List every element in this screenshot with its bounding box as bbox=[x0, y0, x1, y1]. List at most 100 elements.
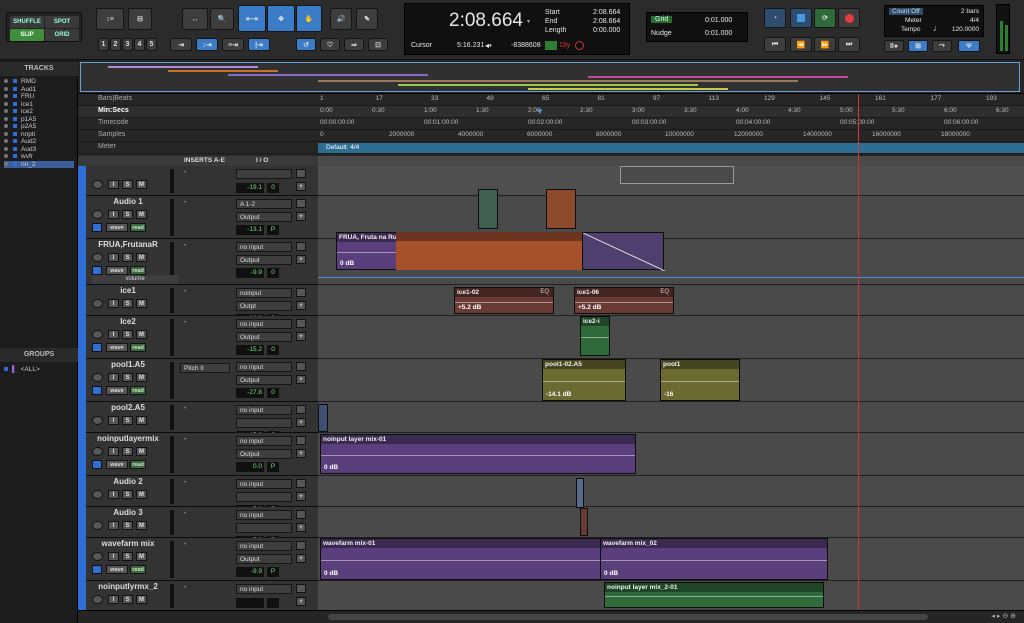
inserts-header[interactable]: INSERTS A-E bbox=[184, 157, 225, 164]
track-lane[interactable] bbox=[318, 402, 1024, 433]
groups-panel-title[interactable]: GROUPS bbox=[0, 348, 78, 362]
input-selector[interactable] bbox=[236, 169, 292, 179]
track-header[interactable]: pool1.A5ISMwaveread•Pitch IIno inputOutp… bbox=[78, 359, 318, 402]
add-playlist-icon[interactable]: + bbox=[296, 182, 306, 191]
track-list-item[interactable]: RMD bbox=[4, 78, 74, 86]
pan-value[interactable]: P bbox=[267, 567, 279, 577]
output-selector[interactable] bbox=[236, 418, 292, 428]
show-hide-icon[interactable] bbox=[4, 116, 8, 121]
count-off-label[interactable]: Count Off bbox=[889, 8, 923, 15]
slip-mode-button[interactable]: SLIP bbox=[10, 29, 44, 41]
input-monitor-button[interactable]: I bbox=[108, 180, 119, 189]
mute-button[interactable]: M bbox=[136, 373, 147, 382]
output-selector[interactable]: Outpt bbox=[236, 301, 292, 311]
volume-value[interactable]: -19.1 bbox=[236, 183, 264, 193]
audio-clip[interactable]: noinput layer mix-01 0 dB bbox=[320, 434, 636, 474]
solo-button[interactable]: S bbox=[122, 330, 133, 339]
clip-gain[interactable]: +5.2 dB bbox=[458, 304, 481, 311]
mute-button[interactable]: M bbox=[136, 490, 147, 499]
mute-button[interactable]: M bbox=[136, 552, 147, 561]
view-icon[interactable] bbox=[92, 266, 102, 275]
track-lane[interactable] bbox=[318, 507, 1024, 538]
output-selector[interactable]: Output bbox=[236, 332, 292, 342]
clip-gain[interactable]: 0 dB bbox=[324, 570, 338, 577]
clip-gain[interactable]: -14.1 dB bbox=[546, 391, 571, 398]
record-enable-icon[interactable] bbox=[92, 416, 103, 425]
online-button[interactable]: ◔ bbox=[764, 8, 786, 28]
rewind-button[interactable]: ⏪ bbox=[790, 37, 812, 52]
zoom-controls-icon[interactable]: ◂ ▸ ⊖ ⊕ bbox=[991, 612, 1016, 620]
audio-clip[interactable]: pool1 -16 bbox=[660, 359, 740, 401]
universe-overview[interactable] bbox=[78, 60, 1024, 94]
automation-mode[interactable]: read bbox=[130, 460, 146, 469]
solo-button[interactable]: S bbox=[122, 447, 133, 456]
record-enable-icon[interactable] bbox=[92, 253, 103, 262]
track-name[interactable]: Ice2 bbox=[88, 317, 168, 326]
solo-button[interactable]: S bbox=[122, 490, 133, 499]
track-name[interactable]: pool2.A5 bbox=[88, 403, 168, 412]
view-icon[interactable] bbox=[92, 386, 102, 395]
pan-value[interactable]: P bbox=[267, 225, 279, 235]
input-selector[interactable]: no input bbox=[236, 479, 292, 489]
show-hide-icon[interactable] bbox=[4, 139, 8, 143]
insert-slot[interactable]: • bbox=[184, 511, 186, 517]
length-value[interactable]: 0:00.000 bbox=[593, 27, 620, 34]
insert-slot[interactable]: • bbox=[184, 480, 186, 486]
automation-mode[interactable]: read bbox=[130, 266, 146, 275]
tracks-panel-title[interactable]: TRACKS bbox=[0, 62, 78, 76]
insert-plugin[interactable]: Pitch II bbox=[180, 363, 230, 373]
pan-value[interactable]: 0 bbox=[267, 268, 279, 278]
automation-mode[interactable]: read bbox=[130, 343, 146, 352]
add-playlist-icon[interactable]: + bbox=[296, 301, 306, 310]
record-enable-icon[interactable] bbox=[92, 299, 103, 308]
input-selector[interactable]: no input bbox=[236, 405, 292, 415]
insert-slot[interactable]: • bbox=[184, 542, 186, 548]
automation-mode[interactable]: read bbox=[130, 223, 146, 232]
automation-lane-selector[interactable]: volume bbox=[92, 275, 178, 284]
io-settings-icon[interactable] bbox=[296, 510, 306, 519]
tab-to-transients-button[interactable]: ⇥ bbox=[170, 38, 192, 51]
zoom-wave-button[interactable]: ↕≡ bbox=[96, 8, 124, 30]
track-name[interactable]: noinputlyrmx_2 bbox=[88, 582, 168, 591]
solo-button[interactable]: S bbox=[122, 595, 133, 604]
midi-merge-button[interactable]: ⊞ bbox=[908, 40, 928, 52]
add-playlist-icon[interactable]: + bbox=[296, 418, 306, 427]
audio-clip[interactable] bbox=[546, 189, 576, 229]
track-header[interactable]: Audio 2ISM•no input-5.3P+ bbox=[78, 476, 318, 515]
audio-clip[interactable]: ice1-02 +5.2 dB EQ bbox=[454, 287, 554, 314]
keyboard-focus-button[interactable]: ⊡ bbox=[368, 38, 388, 51]
volume-value[interactable]: -13.1 bbox=[236, 225, 264, 235]
track-list-item[interactable]: Aud2 bbox=[4, 138, 74, 146]
add-playlist-icon[interactable]: + bbox=[296, 332, 306, 341]
view-selector[interactable]: wave bbox=[106, 223, 128, 232]
mute-button[interactable]: M bbox=[136, 447, 147, 456]
playhead-marker-icon[interactable]: ▼ bbox=[536, 107, 544, 116]
zoom-preset-button[interactable]: 4 bbox=[134, 38, 145, 51]
record-enable-icon[interactable] bbox=[92, 521, 103, 530]
input-selector[interactable]: noinput bbox=[236, 288, 292, 298]
track-header[interactable]: Audio 3ISM•no input-7.3P+ bbox=[78, 507, 318, 546]
nudge-value[interactable]: 0:01.000 bbox=[705, 30, 732, 37]
track-header[interactable]: wavefarm mix I S Mwave read • no input Output -9… bbox=[78, 538, 318, 581]
track-header[interactable]: FRUA,FrutanaR I S Mwave read • no input Output -… bbox=[78, 239, 318, 285]
io-header[interactable]: I / O bbox=[256, 157, 268, 164]
show-hide-icon[interactable] bbox=[4, 154, 8, 158]
insert-slot[interactable]: • bbox=[184, 585, 186, 591]
insert-slot[interactable]: • bbox=[184, 320, 186, 326]
input-monitor-button[interactable]: I bbox=[108, 373, 119, 382]
midi-input-icon[interactable] bbox=[545, 41, 557, 50]
add-playlist-icon[interactable]: + bbox=[296, 492, 306, 501]
audio-clip[interactable] bbox=[318, 404, 328, 432]
solo-button[interactable]: S bbox=[122, 521, 133, 530]
input-selector[interactable]: no input bbox=[236, 584, 292, 594]
track-list-item[interactable]: FRU bbox=[4, 93, 74, 101]
insertion-follows-playback-button[interactable]: |⇥ bbox=[248, 38, 270, 51]
link-track-button[interactable]: ≡⇥ bbox=[222, 38, 244, 51]
record-enable-icon[interactable] bbox=[92, 595, 103, 604]
show-hide-icon[interactable] bbox=[4, 101, 8, 106]
input-monitor-button[interactable]: I bbox=[108, 447, 119, 456]
automation-mode[interactable]: read bbox=[130, 565, 146, 574]
mute-button[interactable]: M bbox=[136, 595, 147, 604]
volume-value[interactable] bbox=[236, 598, 264, 608]
audio-clip[interactable]: wavefarm mix_02 0 dB bbox=[600, 538, 828, 580]
